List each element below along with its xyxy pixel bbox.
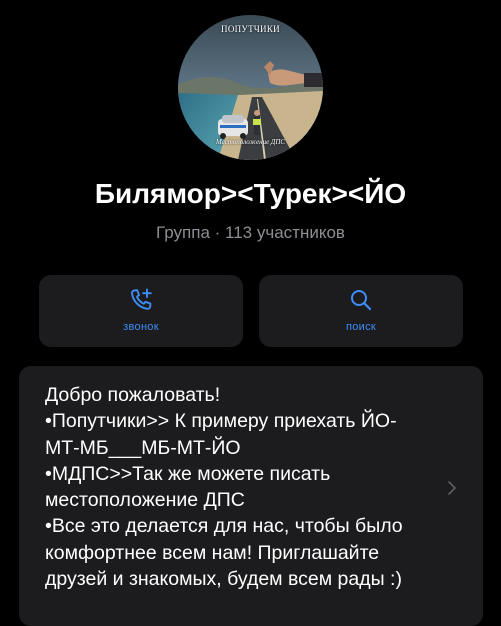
- avatar-bottom-text: Местоположение ДПС: [215, 138, 286, 146]
- group-title: Билямор><Турек><ЙО: [94, 178, 407, 209]
- description-line: •Все это делается для нас, чтобы было: [45, 515, 403, 538]
- call-button-label: звонок: [123, 321, 159, 333]
- description-line: друзей и знакомых, будем всем рады :): [45, 568, 402, 591]
- search-button[interactable]: поиск: [259, 275, 463, 347]
- chevron-right-icon: [448, 481, 456, 495]
- description-line: местоположение ДПС: [45, 489, 245, 512]
- group-description: Добро пожаловать! •Попутчики>> К примеру…: [45, 382, 445, 592]
- group-description-card[interactable]: Добро пожаловать! •Попутчики>> К примеру…: [19, 366, 483, 626]
- description-line: •Попутчики>> К примеру приехать ЙО-: [45, 410, 397, 433]
- call-button[interactable]: звонок: [39, 275, 243, 347]
- description-line: Добро пожаловать!: [45, 384, 221, 406]
- phone-plus-icon: [131, 288, 152, 310]
- search-icon: [351, 290, 372, 311]
- search-button-label: поиск: [345, 321, 377, 333]
- description-line: •МДПС>>Так же можете писать: [45, 462, 331, 485]
- group-subtitle: Группа · 113 участников: [156, 223, 345, 242]
- description-line: комфортнее всем нам! Приглашайте: [45, 541, 380, 564]
- group-avatar[interactable]: ПОПУТЧИКИ Местоположение ДПС: [178, 15, 323, 160]
- description-line: МТ-МБ___МБ-МТ-ЙО: [45, 436, 241, 459]
- avatar-top-text: ПОПУТЧИКИ: [221, 24, 280, 34]
